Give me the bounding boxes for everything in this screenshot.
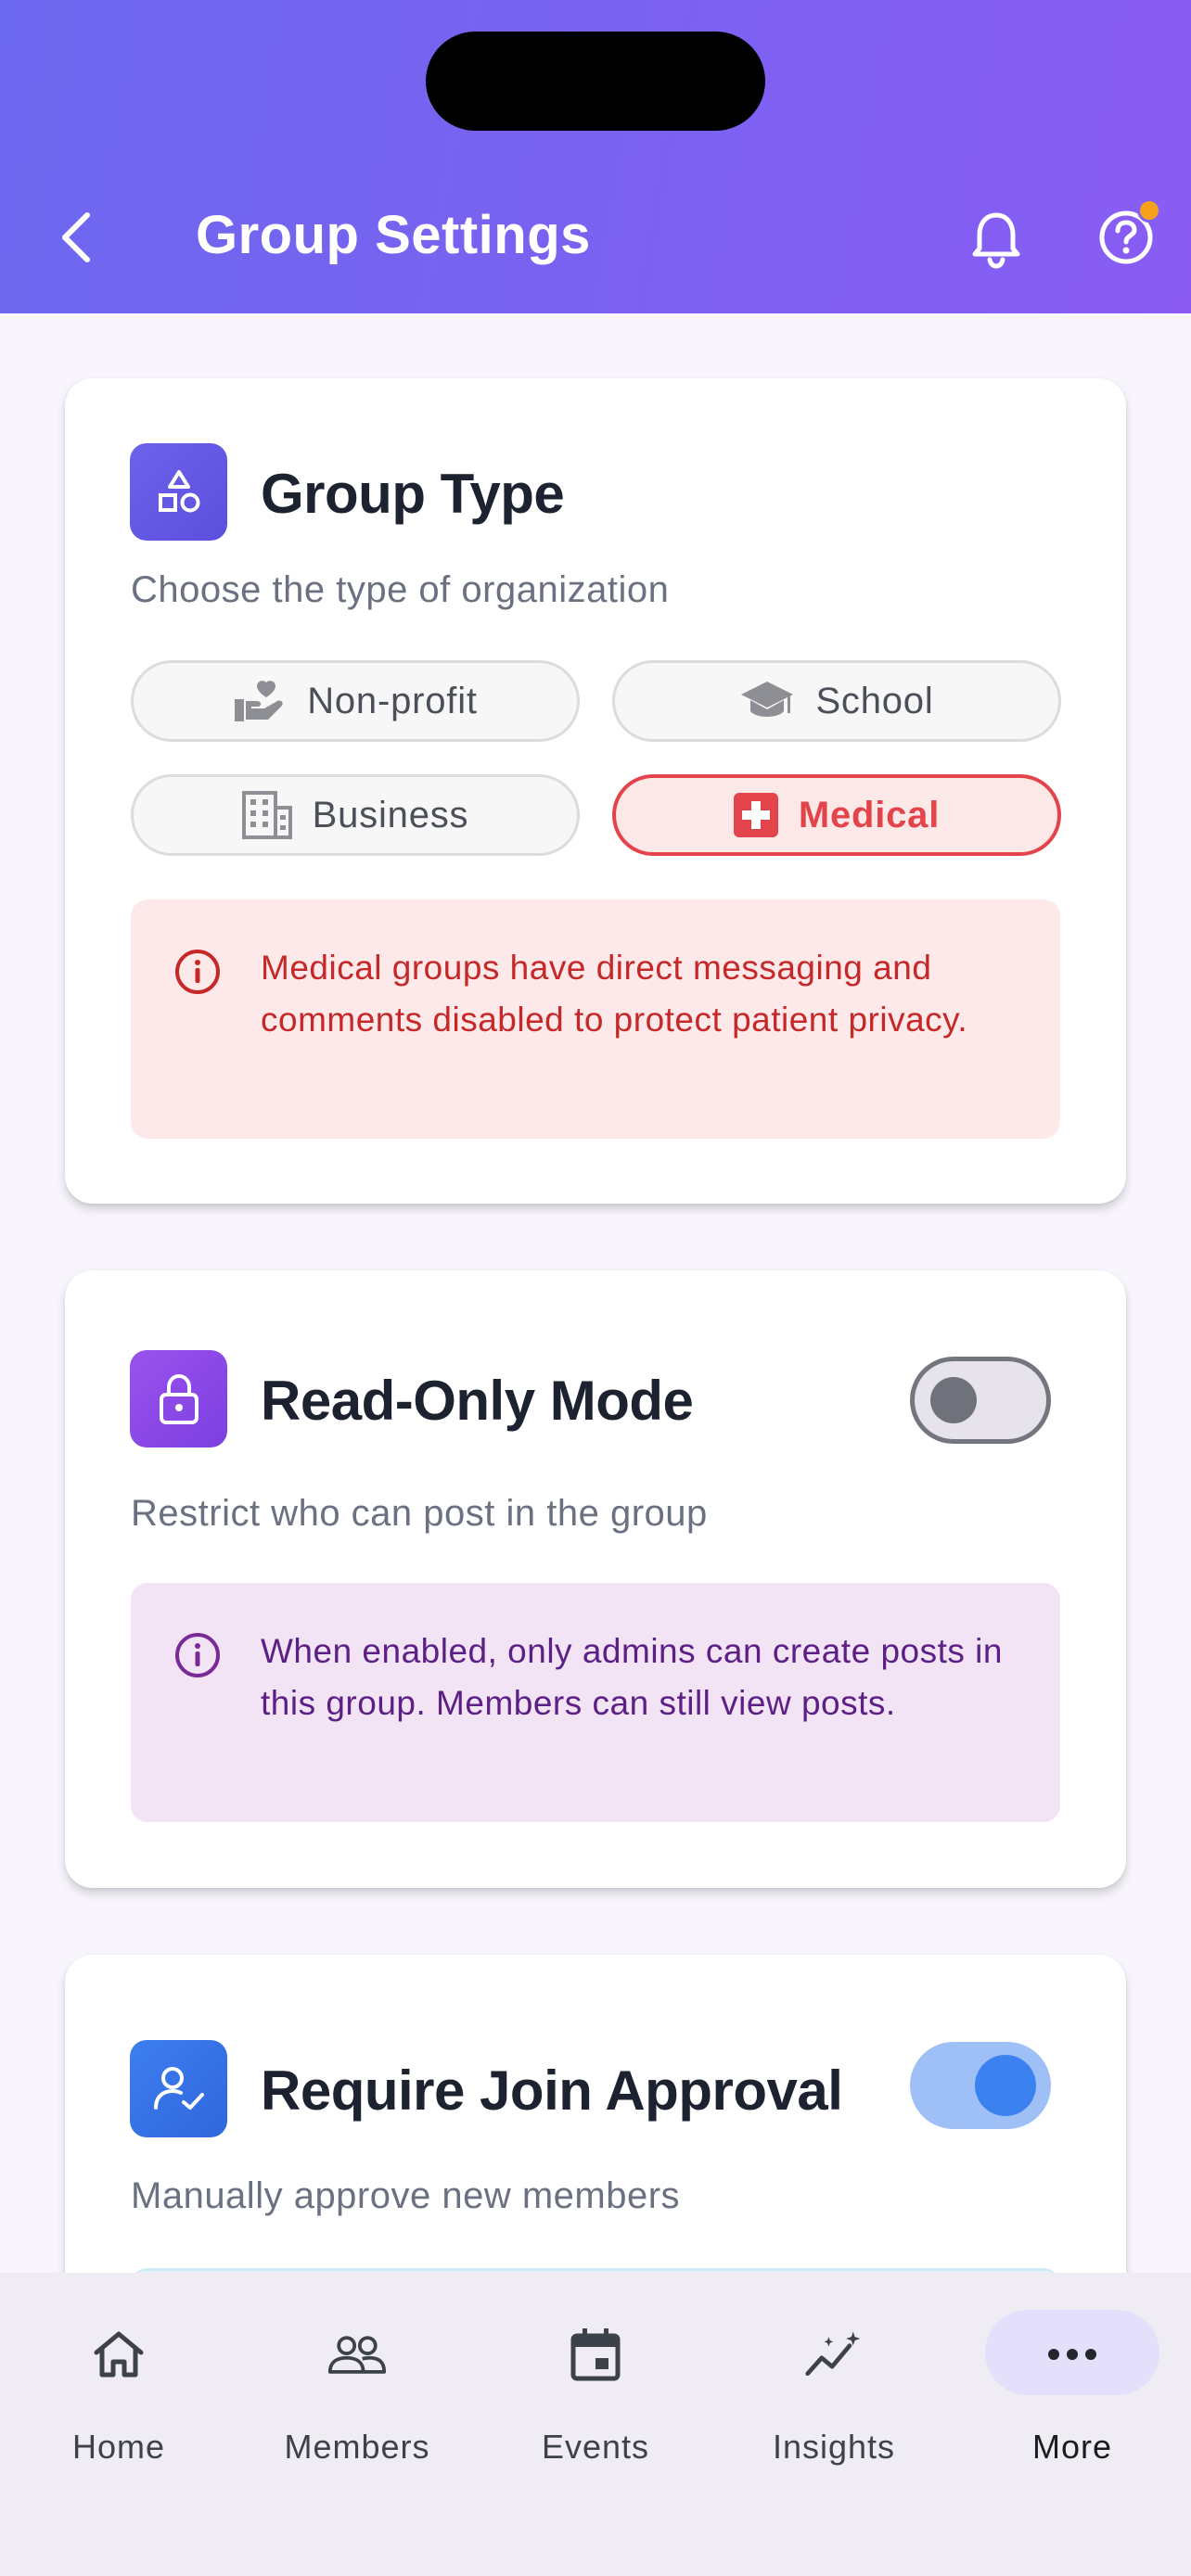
lock-icon [159, 1373, 198, 1424]
dynamic-island [426, 32, 765, 131]
read-only-subtitle: Restrict who can post in the group [131, 1493, 708, 1534]
read-only-title: Read-Only Mode [261, 1370, 694, 1432]
graduation-cap-icon [741, 682, 794, 717]
notifications-button[interactable] [965, 204, 1028, 274]
group-type-card: Group Type Choose the type of organizati… [65, 378, 1126, 1204]
read-only-toggle[interactable] [910, 1357, 1051, 1444]
type-option-school[interactable]: School [612, 660, 1061, 742]
type-option-medical[interactable]: Medical [612, 774, 1061, 856]
tab-members[interactable]: Members [246, 2273, 468, 2466]
toggle-knob [975, 2055, 1036, 2116]
chevron-left-icon [62, 212, 90, 262]
home-icon [89, 2325, 148, 2384]
tab-label: More [1031, 2428, 1113, 2466]
info-icon [175, 1633, 220, 1677]
user-check-icon [153, 2066, 204, 2110]
read-only-icon-tile [130, 1350, 227, 1447]
tab-events[interactable]: Events [484, 2273, 707, 2466]
type-option-nonprofit[interactable]: Non-profit [131, 660, 580, 742]
bell-icon [972, 212, 1020, 269]
type-option-label: Medical [798, 794, 941, 835]
help-badge-dot [1137, 198, 1161, 223]
group-type-subtitle: Choose the type of organization [131, 569, 670, 610]
toggle-knob [930, 1377, 977, 1423]
read-only-card: Read-Only Mode Restrict who can post in … [65, 1270, 1126, 1888]
tab-label: Insights [772, 2428, 896, 2466]
type-option-label: Non-profit [307, 680, 478, 721]
hand-heart-icon [235, 681, 283, 721]
type-option-business[interactable]: Business [131, 774, 580, 856]
read-only-notice-text: When enabled, only admins can create pos… [261, 1632, 1003, 1722]
tab-home[interactable]: Home [7, 2273, 230, 2466]
back-button[interactable] [48, 202, 104, 273]
shapes-icon [158, 469, 199, 512]
more-dots-icon [1043, 2325, 1102, 2384]
read-only-notice: When enabled, only admins can create pos… [131, 1583, 1060, 1822]
building-icon [241, 791, 292, 839]
medical-notice-text: Medical groups have direct messaging and… [261, 949, 968, 1039]
sparkle-chart-icon [804, 2325, 864, 2384]
group-type-icon-tile [130, 443, 227, 541]
calendar-icon [566, 2325, 625, 2384]
page-title: Group Settings [196, 205, 591, 265]
join-approval-icon-tile [130, 2040, 227, 2137]
join-approval-subtitle: Manually approve new members [131, 2175, 681, 2216]
bottom-tab-bar: Home Members Events Insights More [0, 2273, 1191, 2576]
tab-label: Home [71, 2428, 166, 2466]
join-approval-title: Require Join Approval [261, 2060, 843, 2122]
type-option-label: School [815, 680, 934, 721]
tab-insights[interactable]: Insights [723, 2273, 945, 2466]
users-icon [327, 2325, 387, 2384]
group-type-title: Group Type [261, 463, 565, 525]
join-approval-toggle[interactable] [910, 2042, 1051, 2129]
medical-notice: Medical groups have direct messaging and… [131, 899, 1060, 1139]
medical-cross-icon [733, 793, 778, 837]
app-header: Group Settings [0, 0, 1191, 313]
tab-more[interactable]: More [961, 2273, 1184, 2466]
info-icon [175, 950, 220, 994]
tab-label: Members [284, 2428, 430, 2466]
type-option-label: Business [312, 794, 469, 835]
tab-label: Events [541, 2428, 650, 2466]
